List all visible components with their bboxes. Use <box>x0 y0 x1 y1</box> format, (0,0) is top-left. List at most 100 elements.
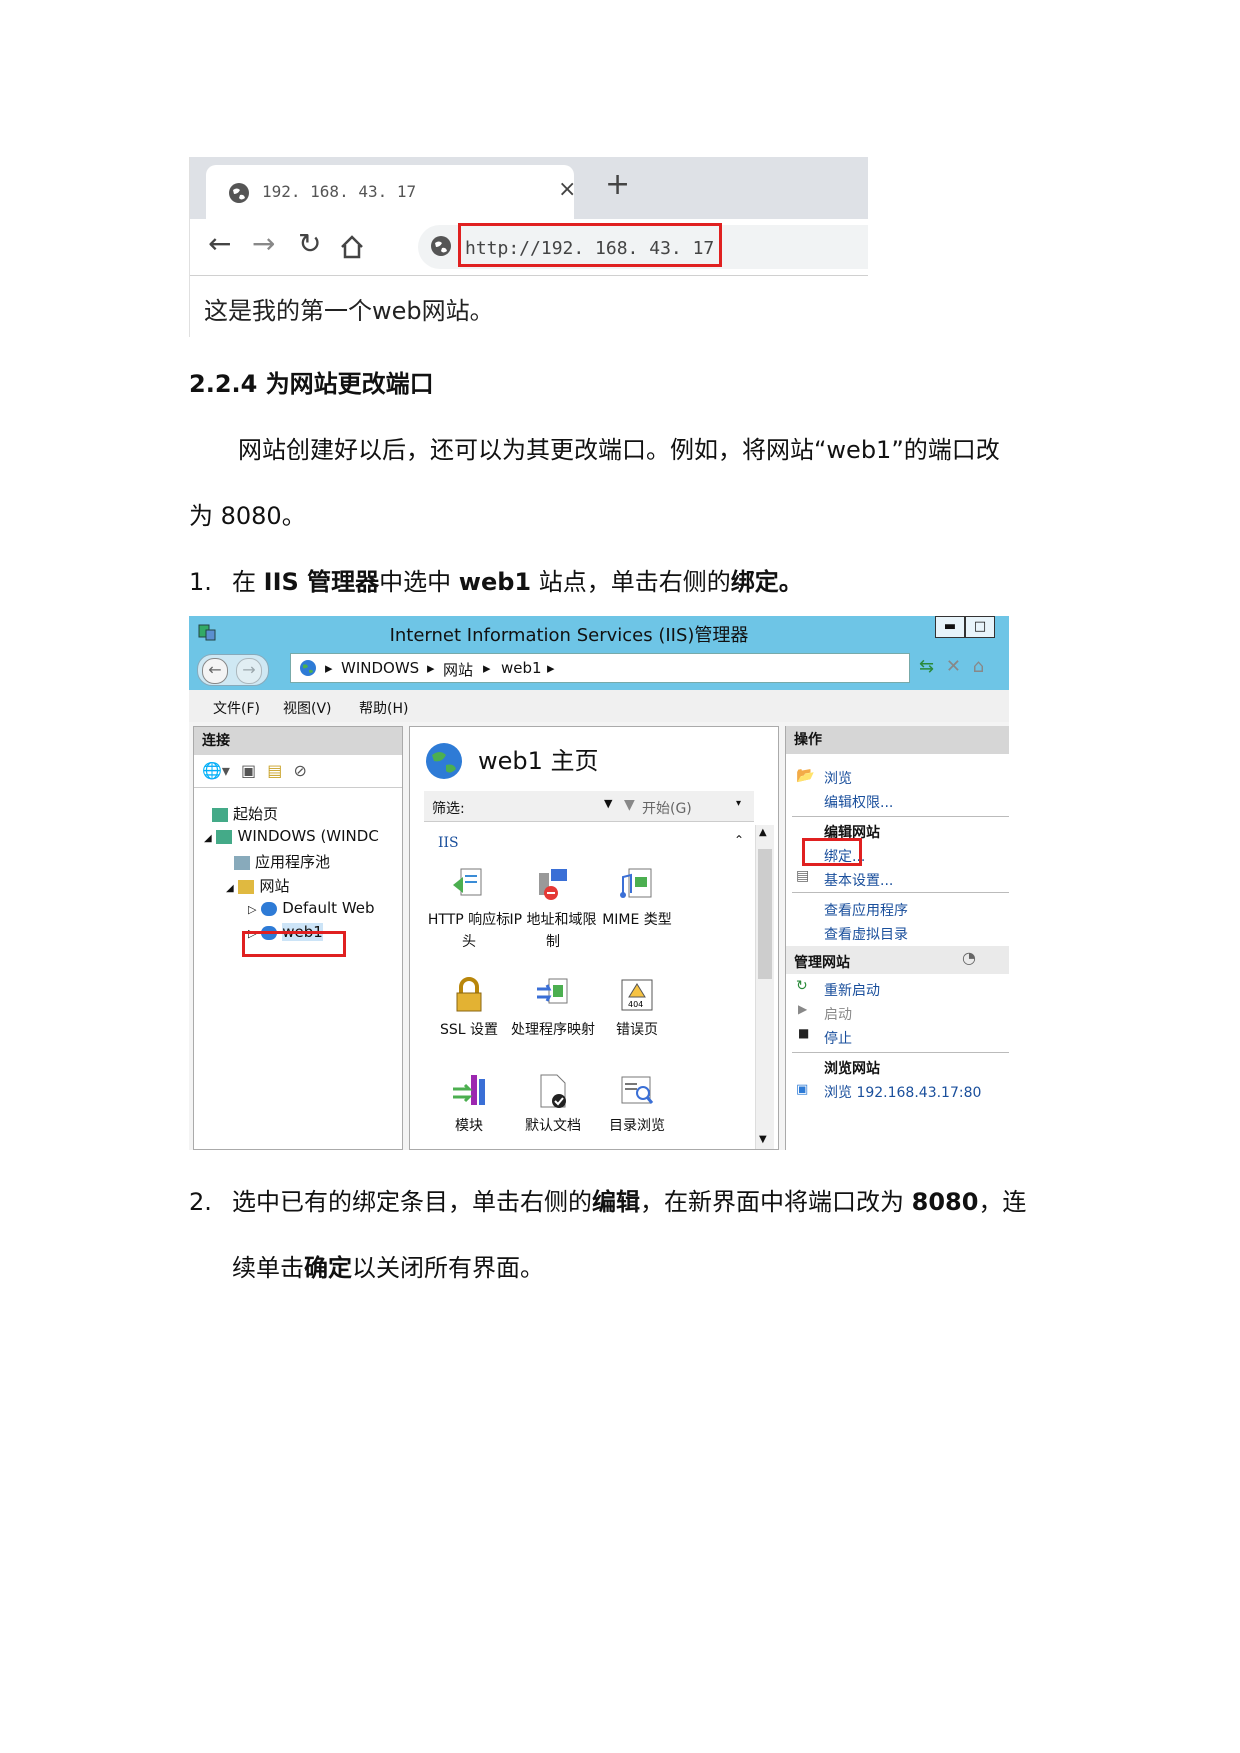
feature-ssl-settings[interactable]: SSL 设置 <box>424 977 514 1041</box>
action-browse-url[interactable]: 浏览 192.168.43.17:80 <box>824 1082 981 1102</box>
browse-site-header: 浏览网站 <box>824 1061 880 1077</box>
page-title: web1 主页 <box>478 747 599 775</box>
chevron-down-icon[interactable]: ▼ <box>604 797 612 810</box>
folder-icon[interactable]: ▤ <box>267 761 282 780</box>
feature-modules[interactable]: 模块 <box>424 1073 514 1137</box>
web1-highlight-box <box>242 931 346 957</box>
back-icon[interactable]: ← <box>202 658 228 684</box>
breadcrumb-item[interactable]: WINDOWS <box>341 659 419 677</box>
feature-default-document[interactable]: 默认文档 <box>508 1073 598 1137</box>
breadcrumb-item[interactable]: 网站 <box>443 659 473 680</box>
menu-help[interactable]: 帮助(H) <box>359 698 408 718</box>
ip-restrictions-icon <box>539 869 567 900</box>
step-text: ，在新界面中将端口改为 <box>640 1188 912 1216</box>
feature-ip-restrictions[interactable]: IP 地址和域限制 <box>508 867 598 953</box>
collapse-icon[interactable]: ◢ <box>204 833 212 844</box>
close-icon[interactable]: × <box>558 177 576 202</box>
step-number: 2. <box>189 1188 212 1216</box>
browser-screenshot: 192. 168. 43. 17 × + ← → ↻ http://192. 1… <box>189 157 868 337</box>
tree-item-default-web[interactable]: ▷ Default Web <box>248 899 375 917</box>
actions-header: 操作 <box>786 726 1009 754</box>
tree-item-start-page[interactable]: 起始页 <box>212 803 278 824</box>
collapse-section-icon[interactable]: ◔ <box>962 948 976 967</box>
feature-label: 处理程序映射 <box>511 1022 595 1038</box>
forward-icon[interactable]: → <box>236 658 262 684</box>
scroll-up-icon[interactable]: ▲ <box>759 827 767 838</box>
refresh-icon[interactable]: ⇆ <box>919 656 934 677</box>
collapse-icon[interactable]: ◢ <box>226 883 234 894</box>
step-text: 站点，单击右侧的 <box>531 568 731 596</box>
breadcrumb-sep-icon: ▸ <box>483 659 491 677</box>
feature-directory-browsing[interactable]: 目录浏览 <box>592 1073 682 1137</box>
action-basic-settings[interactable]: 基本设置... <box>824 870 893 890</box>
scrollbar-thumb[interactable] <box>758 849 772 979</box>
chevron-up-icon[interactable]: ⌃ <box>734 833 744 847</box>
breadcrumb-sep-icon: ▸ <box>325 659 333 677</box>
action-edit-permissions[interactable]: 编辑权限... <box>824 792 893 812</box>
divider <box>792 892 1009 893</box>
sites-folder-icon <box>238 879 255 894</box>
maximize-button[interactable]: □ <box>965 616 995 638</box>
breadcrumb-sep-icon: ▸ <box>427 659 435 677</box>
funnel-icon[interactable]: ▼ <box>624 797 635 813</box>
action-view-vdirs[interactable]: 查看虚拟目录 <box>824 924 908 944</box>
minimize-button[interactable]: ▬ <box>935 616 965 638</box>
feature-http-headers[interactable]: HTTP 响应标头 <box>424 867 514 953</box>
stop-icon[interactable]: ✕ <box>946 656 961 677</box>
menu-file[interactable]: 文件(F) <box>213 698 260 718</box>
expand-icon[interactable]: ▷ <box>248 903 256 916</box>
home-icon[interactable]: ⌂ <box>973 656 984 677</box>
home-pane: web1 主页 筛选: ▼ ▼ 开始(G) ▾ IIS ⌃ HTTP 响应标头 … <box>409 726 779 1150</box>
vertical-scrollbar[interactable]: ▲ ▼ <box>755 825 774 1149</box>
disconnect-icon[interactable]: ⊘ <box>293 761 306 780</box>
breadcrumb-sep-icon: ▸ <box>547 659 555 677</box>
scroll-down-icon[interactable]: ▼ <box>759 1134 767 1145</box>
scroll-down-icon[interactable]: ▾ <box>736 798 741 809</box>
home-icon[interactable] <box>338 233 366 261</box>
tree-item-app-pools[interactable]: 应用程序池 <box>234 851 330 872</box>
feature-label: 错误页 <box>616 1022 658 1038</box>
browse-globe-icon: ▣ <box>796 1082 809 1097</box>
step-bold: web1 <box>458 568 532 596</box>
tree-item-server[interactable]: ◢ WINDOWS (WINDC <box>204 827 379 845</box>
filter-bar: 筛选: ▼ ▼ 开始(G) ▾ <box>424 791 754 822</box>
feature-handler-mappings[interactable]: 处理程序映射 <box>508 977 598 1041</box>
step-bold: 绑定。 <box>730 568 803 596</box>
start-filter-button[interactable]: 开始(G) <box>642 798 692 818</box>
save-icon[interactable]: ▣ <box>241 761 256 780</box>
connect-icon[interactable]: 🌐▾ <box>202 761 230 780</box>
menu-view[interactable]: 视图(V) <box>283 698 332 718</box>
connections-header: 连接 <box>194 727 402 755</box>
globe-icon <box>426 743 462 779</box>
handler-mappings-icon <box>537 978 568 1004</box>
action-restart[interactable]: 重新启动 <box>824 980 880 1000</box>
new-tab-button[interactable]: + <box>605 167 630 202</box>
action-view-apps[interactable]: 查看应用程序 <box>824 900 908 920</box>
reload-icon[interactable]: ↻ <box>298 227 321 260</box>
globe-icon <box>300 660 316 676</box>
tree-item-sites[interactable]: ◢ 网站 <box>226 875 290 896</box>
server-icon <box>216 829 233 844</box>
paragraph-line: 网站创建好以后，还可以为其更改端口。例如，将网站“web1”的端口改 <box>238 436 1000 464</box>
server-icon <box>212 807 228 822</box>
browser-tab[interactable]: 192. 168. 43. 17 × <box>206 165 576 219</box>
feature-mime-types[interactable]: MIME 类型 <box>592 867 682 931</box>
action-stop[interactable]: 停止 <box>824 1028 852 1048</box>
feature-error-pages[interactable]: 404 错误页 <box>592 977 682 1041</box>
window-title: Internet Information Services (IIS)管理器 <box>389 625 749 646</box>
menu-bar: 文件(F) 视图(V) 帮助(H) <box>189 690 1009 722</box>
title-bar: Internet Information Services (IIS)管理器 ▬… <box>189 616 1009 648</box>
action-browse[interactable]: 浏览 <box>824 768 852 788</box>
action-start[interactable]: 启动 <box>824 1004 852 1024</box>
page-content: 这是我的第一个web网站。 <box>204 297 494 325</box>
breadcrumb-item[interactable]: web1 <box>501 659 542 677</box>
iis-manager-screenshot: Internet Information Services (IIS)管理器 ▬… <box>189 616 1009 1150</box>
manage-site-header: 管理网站 <box>794 955 850 971</box>
breadcrumb[interactable]: ▸ WINDOWS ▸ 网站 ▸ web1 ▸ <box>290 653 910 683</box>
connections-toolbar: 🌐▾ ▣ ▤ ⊘ <box>194 755 402 788</box>
back-arrow-icon[interactable]: ← <box>208 227 231 260</box>
forward-arrow-icon[interactable]: → <box>252 227 275 260</box>
tree-label: 应用程序池 <box>255 853 331 871</box>
default-document-icon <box>540 1074 566 1108</box>
padlock-icon <box>456 977 482 1012</box>
